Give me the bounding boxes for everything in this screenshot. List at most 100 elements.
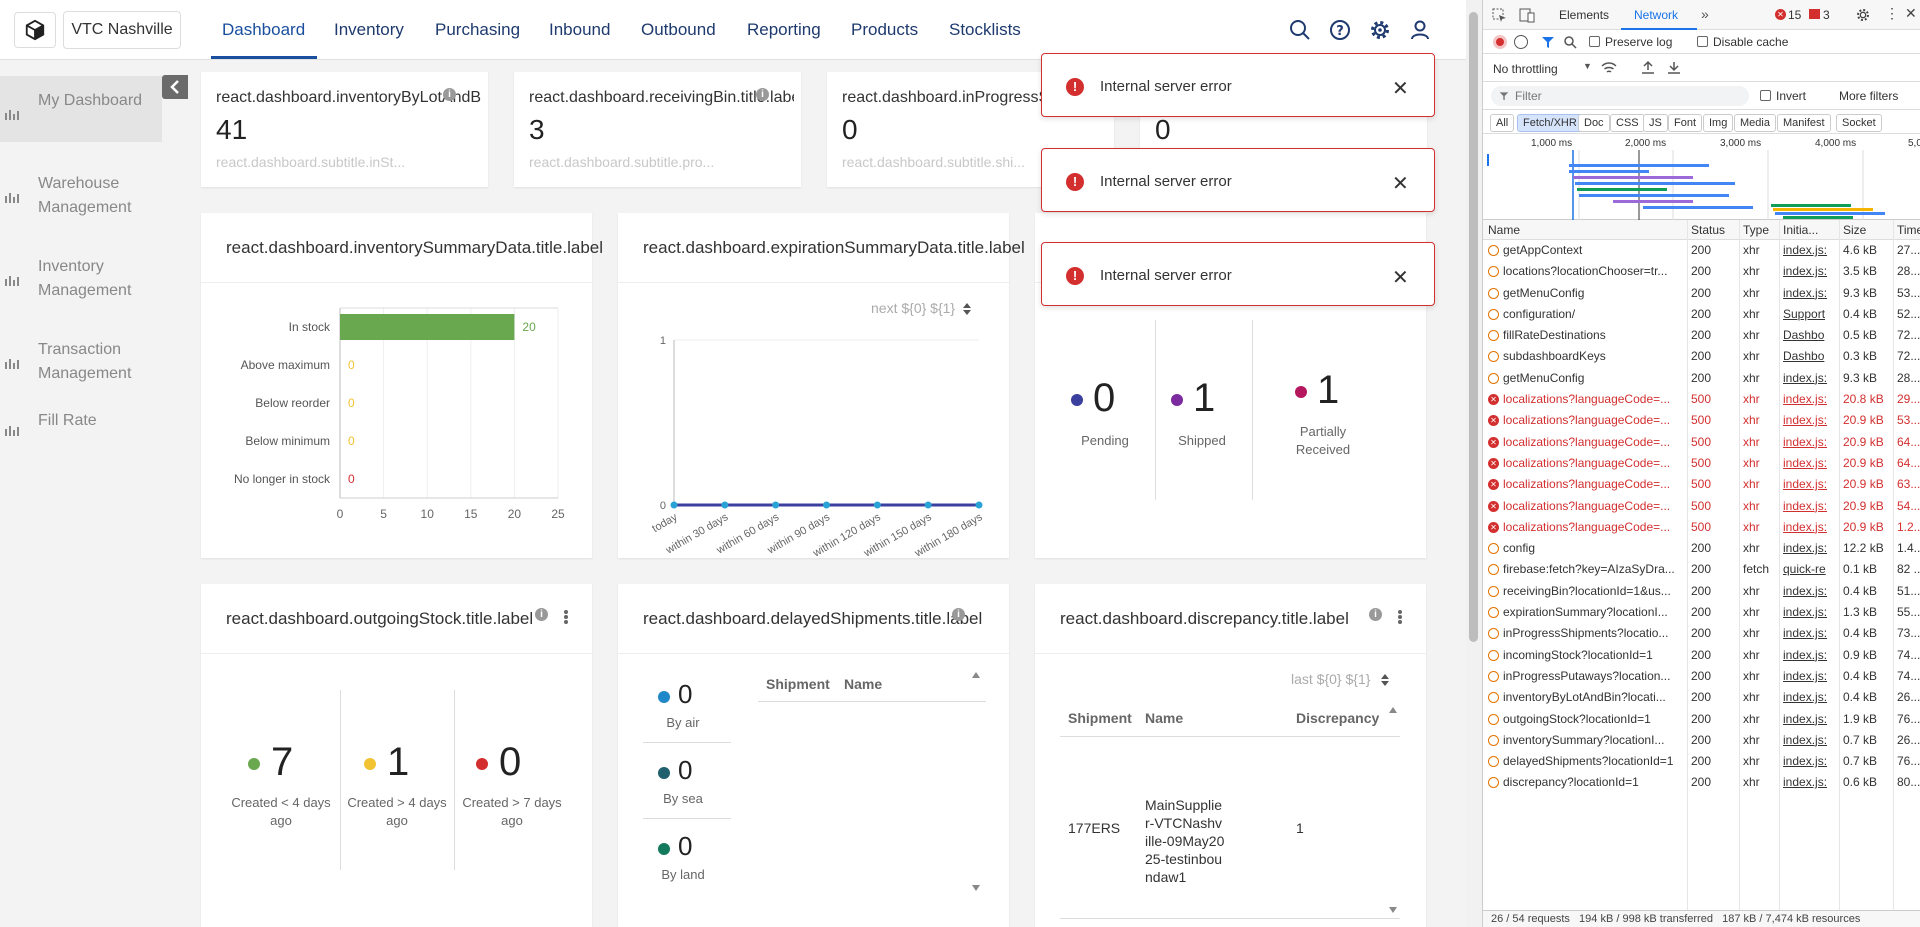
request-row[interactable]: ✕ localizations?languageCode=... 500 xhr ind… (1483, 474, 1920, 495)
nav-reporting[interactable]: Reporting (747, 20, 821, 40)
type-img[interactable]: Img (1703, 114, 1734, 132)
type-js[interactable]: JS (1643, 114, 1668, 132)
request-init[interactable]: index.js: (1783, 243, 1835, 257)
info-icon[interactable]: i (443, 88, 456, 101)
request-init[interactable]: index.js: (1783, 733, 1835, 747)
column-header-name[interactable]: Name (1145, 710, 1183, 726)
scroll-up-icon[interactable] (1388, 706, 1398, 714)
request-row[interactable]: fillRateDestinations 200 xhr Dashbo 0.5 kB 72… (1483, 325, 1920, 346)
request-init[interactable]: index.js: (1783, 499, 1835, 513)
request-row[interactable]: ✕ localizations?languageCode=... 500 xhr ind… (1483, 432, 1920, 453)
clear-icon[interactable] (1514, 35, 1528, 49)
more-menu-icon[interactable] (563, 609, 569, 627)
request-init[interactable]: index.js: (1783, 371, 1835, 385)
more-filters-button[interactable]: More filters (1839, 89, 1898, 103)
nav-inventory[interactable]: Inventory (334, 20, 404, 40)
invert-checkbox[interactable] (1760, 90, 1771, 101)
request-init[interactable]: index.js: (1783, 626, 1835, 640)
gear-icon[interactable] (1855, 7, 1871, 23)
request-init[interactable]: index.js: (1783, 286, 1835, 300)
close-icon[interactable]: ✕ (1905, 5, 1917, 22)
more-menu-icon[interactable] (1397, 609, 1403, 627)
request-row[interactable]: inventoryByLotAndBin?locati... 200 xhr inde… (1483, 687, 1920, 708)
request-row[interactable]: inventorySummary?locationI... 200 xhr index… (1483, 730, 1920, 751)
type-all[interactable]: All (1490, 114, 1515, 132)
disable-cache-checkbox[interactable] (1697, 36, 1708, 47)
request-row[interactable]: ✕ localizations?languageCode=... 500 xhr ind… (1483, 496, 1920, 517)
user-icon[interactable] (1408, 18, 1432, 42)
type-media[interactable]: Media (1734, 114, 1776, 132)
request-row[interactable]: configuration/200 xhr Support 0.4 kB 52... (1483, 304, 1920, 325)
request-init[interactable]: Dashbo (1783, 328, 1835, 342)
nav-inbound[interactable]: Inbound (549, 20, 610, 40)
type-fetch-xhr[interactable]: Fetch/XHR (1517, 114, 1583, 132)
kebab-menu-icon[interactable]: ⋮ (1885, 5, 1899, 22)
data-point[interactable] (873, 501, 881, 509)
request-row[interactable]: ✕ localizations?languageCode=... 500 xhr ind… (1483, 410, 1920, 431)
data-point[interactable] (924, 501, 932, 509)
request-init[interactable]: index.js: (1783, 584, 1835, 598)
column-header-shipment[interactable]: Shipment (1068, 710, 1132, 726)
request-row[interactable]: inProgressPutaways?location... 200 xhr inde… (1483, 666, 1920, 687)
type-manifest[interactable]: Manifest (1777, 114, 1831, 132)
page-scrollbar[interactable] (1466, 0, 1482, 927)
column-header-name[interactable]: Name (1488, 223, 1520, 237)
nav-purchasing[interactable]: Purchasing (435, 20, 520, 40)
scrollbar-thumb[interactable] (1469, 12, 1478, 642)
request-init[interactable]: index.js: (1783, 541, 1835, 555)
request-init[interactable]: index.js: (1783, 754, 1835, 768)
close-icon[interactable]: ✕ (1392, 76, 1409, 101)
request-init[interactable]: Support (1783, 307, 1835, 321)
type-socket[interactable]: Socket (1836, 114, 1882, 132)
column-header-status[interactable]: Status (1691, 223, 1725, 237)
period-selector[interactable]: last ${0} ${1} (1291, 671, 1370, 687)
request-row[interactable]: getMenuConfig 200 xhr index.js: 9.3 kB 53... (1483, 283, 1920, 304)
data-point[interactable] (975, 501, 983, 509)
nav-dashboard[interactable]: Dashboard (222, 20, 305, 40)
column-header-shipment[interactable]: Shipment (766, 676, 830, 692)
request-init[interactable]: index.js: (1783, 456, 1835, 470)
info-icon[interactable]: i (1369, 608, 1382, 621)
sidebar-item-inventory-management[interactable]: Inventory Management (0, 249, 162, 309)
request-init[interactable]: index.js: (1783, 605, 1835, 619)
request-init[interactable]: index.js: (1783, 775, 1835, 789)
error-count[interactable]: 15 (1788, 8, 1801, 22)
request-init[interactable]: index.js: (1783, 712, 1835, 726)
request-init[interactable]: index.js: (1783, 648, 1835, 662)
request-row[interactable]: getAppContext 200 xhr index.js: 4.6 kB 27... (1483, 240, 1920, 261)
network-timeline[interactable]: 1,000 ms 2,000 ms 3,000 ms 4,000 ms 5,0 (1483, 134, 1920, 220)
download-icon[interactable] (1667, 60, 1681, 74)
warning-count[interactable]: 3 (1823, 8, 1830, 22)
data-point[interactable] (772, 501, 780, 509)
info-icon[interactable]: i (535, 608, 548, 621)
tab-elements[interactable]: Elements (1559, 8, 1609, 22)
search-icon[interactable] (1563, 35, 1577, 49)
request-row[interactable]: ✕ localizations?languageCode=... 500 xhr ind… (1483, 389, 1920, 410)
request-init[interactable]: index.js: (1783, 477, 1835, 491)
close-icon[interactable]: ✕ (1392, 265, 1409, 290)
inspect-element-icon[interactable] (1492, 8, 1507, 23)
column-header-type[interactable]: Type (1743, 223, 1769, 237)
nav-stocklists[interactable]: Stocklists (949, 20, 1021, 40)
request-row[interactable]: incomingStock?locationId=1 200 xhr index.js… (1483, 645, 1920, 666)
scroll-down-icon[interactable] (1388, 906, 1398, 914)
request-init[interactable]: index.js: (1783, 520, 1835, 534)
request-init[interactable]: index.js: (1783, 264, 1835, 278)
request-row[interactable]: firebase:fetch?key=AIzaSyDra... 200 fetch q… (1483, 559, 1920, 580)
device-toolbar-icon[interactable] (1519, 8, 1535, 23)
request-row[interactable]: discrepancy?locationId=1 200 xhr index.js: 0… (1483, 772, 1920, 793)
data-point[interactable] (670, 501, 678, 509)
request-init[interactable]: index.js: (1783, 392, 1835, 406)
sidebar-item-transaction-management[interactable]: Transaction Management (0, 332, 162, 392)
request-row[interactable]: config 200 xhr index.js: 12.2 kB 1.4... (1483, 538, 1920, 559)
logo[interactable] (14, 12, 56, 48)
help-icon[interactable]: ? (1328, 18, 1352, 42)
scroll-down-icon[interactable] (971, 884, 981, 892)
column-header-discrepancy[interactable]: Discrepancy (1296, 710, 1379, 726)
request-row[interactable]: getMenuConfig 200 xhr index.js: 9.3 kB 28... (1483, 368, 1920, 389)
request-row[interactable]: subdashboardKeys 200 xhr Dashbo 0.3 kB 72... (1483, 346, 1920, 367)
request-init[interactable]: index.js: (1783, 435, 1835, 449)
location-chooser-button[interactable]: VTC Nashville (63, 11, 181, 49)
request-row[interactable]: delayedShipments?locationId=1 200 xhr index… (1483, 751, 1920, 772)
info-icon[interactable]: i (756, 88, 769, 101)
